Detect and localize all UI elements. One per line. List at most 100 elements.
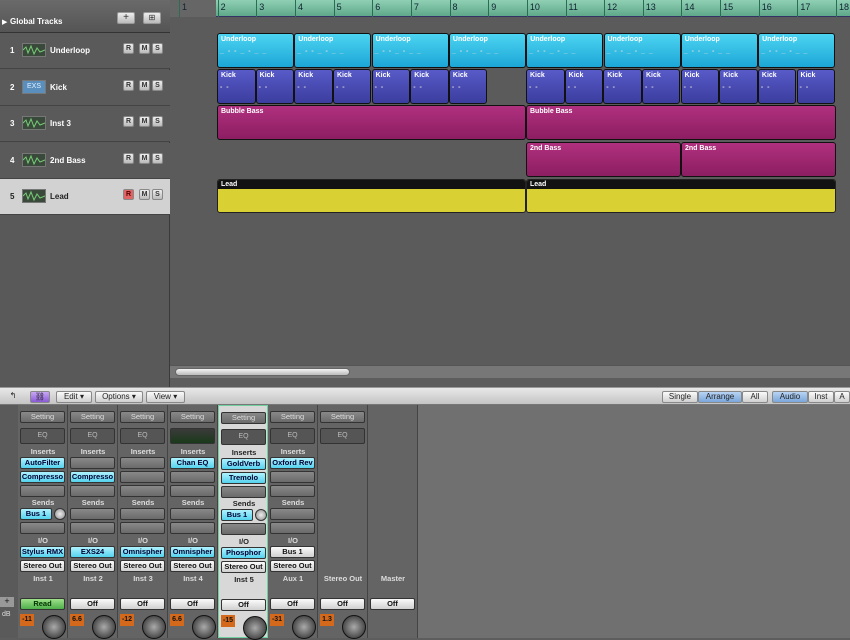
solo-button[interactable]: S bbox=[152, 116, 163, 127]
send-slot[interactable] bbox=[270, 522, 315, 534]
region[interactable]: 2nd Bass bbox=[526, 142, 681, 177]
arrange-area[interactable]: Underloop _ - - _ - _ _ Underloop _ - - _ -… bbox=[170, 17, 850, 365]
region[interactable]: Underloop _ - - _ - _ _ bbox=[294, 33, 372, 68]
region[interactable]: Lead bbox=[217, 179, 526, 213]
input-slot[interactable]: Phosphor bbox=[221, 547, 266, 559]
link-icon[interactable]: ⛓ bbox=[30, 391, 50, 403]
record-enable-button[interactable]: R bbox=[123, 189, 134, 200]
output-slot[interactable]: Stereo Out bbox=[20, 560, 65, 572]
eq-display[interactable] bbox=[170, 428, 215, 444]
ruler-cycle-area[interactable] bbox=[170, 0, 216, 17]
automation-mode-button[interactable]: Off bbox=[320, 598, 365, 610]
region[interactable]: Kick - - bbox=[217, 69, 256, 104]
add-track-button[interactable]: + bbox=[117, 12, 135, 24]
send-slot[interactable] bbox=[221, 523, 266, 535]
insert-slot[interactable]: Compresso bbox=[70, 471, 115, 483]
region[interactable]: Underloop _ - - _ - _ _ bbox=[217, 33, 294, 68]
region[interactable]: Kick - - bbox=[526, 69, 565, 104]
automation-mode-button[interactable]: Off bbox=[170, 598, 215, 610]
input-slot[interactable]: Omnispher bbox=[170, 546, 215, 558]
send-slot[interactable] bbox=[70, 508, 115, 520]
insert-slot[interactable]: Oxford Rev bbox=[270, 457, 315, 469]
region[interactable]: Underloop _ - - _ - _ _ bbox=[448, 33, 526, 68]
pan-knob[interactable] bbox=[42, 615, 66, 639]
inst-filter-button[interactable]: Inst bbox=[808, 391, 834, 403]
output-slot[interactable]: Stereo Out bbox=[221, 561, 266, 573]
region[interactable]: Kick - - bbox=[332, 69, 372, 104]
send-level-knob[interactable] bbox=[54, 508, 66, 520]
region[interactable]: Kick - - bbox=[410, 69, 449, 104]
eq-display[interactable]: EQ bbox=[70, 428, 115, 444]
track-row[interactable]: 1 Underloop R M S bbox=[0, 33, 170, 69]
solo-button[interactable]: S bbox=[152, 43, 163, 54]
region[interactable]: Kick - - bbox=[641, 69, 681, 104]
all-button[interactable]: All bbox=[742, 391, 768, 403]
region[interactable]: Kick - - bbox=[719, 69, 758, 104]
send-slot[interactable] bbox=[170, 508, 215, 520]
setting-button[interactable]: Setting bbox=[270, 411, 315, 423]
back-arrow-icon[interactable]: ↰ bbox=[4, 391, 22, 403]
edit-menu[interactable]: Edit ▾ bbox=[56, 391, 92, 403]
setting-button[interactable]: Setting bbox=[120, 411, 165, 423]
insert-slot[interactable] bbox=[120, 457, 165, 469]
region[interactable]: Kick - - bbox=[603, 69, 642, 104]
setting-button[interactable]: Setting bbox=[70, 411, 115, 423]
insert-slot[interactable]: Compresso bbox=[20, 471, 65, 483]
region[interactable]: Kick - - bbox=[448, 69, 488, 104]
region[interactable]: Kick - - bbox=[680, 69, 720, 104]
insert-slot[interactable] bbox=[70, 485, 115, 497]
automation-mode-button[interactable]: Off bbox=[370, 598, 415, 610]
input-slot[interactable]: EXS24 bbox=[70, 546, 115, 558]
automation-mode-button[interactable]: Off bbox=[221, 599, 266, 611]
region[interactable]: Underloop _ - - _ - _ _ bbox=[680, 33, 758, 68]
solo-button[interactable]: S bbox=[152, 189, 163, 200]
bar-ruler[interactable]: 1 2 3 4 5 6 7 8 9 10 11 12 13 14 15 16 17 18 bbox=[170, 0, 850, 17]
region[interactable]: 2nd Bass bbox=[681, 142, 836, 177]
single-button[interactable]: Single bbox=[662, 391, 698, 403]
region[interactable]: Kick - - bbox=[564, 69, 604, 104]
region[interactable]: Kick - - bbox=[757, 69, 797, 104]
record-enable-button[interactable]: R bbox=[123, 43, 134, 54]
region[interactable]: Underloop _ - - _ - _ _ bbox=[526, 33, 604, 68]
insert-slot[interactable] bbox=[221, 486, 266, 498]
send-slot[interactable] bbox=[20, 522, 65, 534]
eq-display[interactable]: EQ bbox=[221, 429, 266, 445]
setting-button[interactable]: Setting bbox=[320, 411, 365, 423]
region[interactable]: Underloop _ - - _ - _ _ bbox=[603, 33, 681, 68]
insert-slot[interactable] bbox=[120, 471, 165, 483]
record-enable-button[interactable]: R bbox=[123, 79, 134, 91]
eq-display[interactable]: EQ bbox=[270, 428, 315, 444]
send-slot[interactable] bbox=[120, 508, 165, 520]
eq-display[interactable]: EQ bbox=[120, 428, 165, 444]
send-slot[interactable] bbox=[70, 522, 115, 534]
track-row[interactable]: 2 EXS Kick R M S bbox=[0, 69, 170, 106]
insert-slot[interactable]: GoldVerb bbox=[221, 458, 266, 470]
global-tracks-header[interactable]: ▶ Global Tracks + ⊞ bbox=[0, 0, 170, 33]
region[interactable]: Kick - - bbox=[371, 69, 411, 104]
arrange-button[interactable]: Arrange bbox=[698, 391, 742, 403]
solo-button[interactable]: S bbox=[152, 152, 163, 164]
scrollbar-thumb[interactable] bbox=[175, 368, 350, 376]
insert-slot[interactable]: Tremolo bbox=[221, 472, 266, 484]
region[interactable]: Kick - - bbox=[294, 69, 333, 104]
insert-slot[interactable] bbox=[270, 471, 315, 483]
insert-slot[interactable] bbox=[70, 457, 115, 469]
insert-slot[interactable]: Chan EQ bbox=[170, 457, 215, 469]
pan-knob[interactable] bbox=[342, 615, 366, 639]
insert-slot[interactable] bbox=[170, 485, 215, 497]
mute-button[interactable]: M bbox=[139, 43, 150, 54]
audio-filter-button[interactable]: Audio bbox=[772, 391, 808, 403]
new-folder-button[interactable]: ⊞ bbox=[143, 12, 161, 24]
automation-mode-button[interactable]: Off bbox=[270, 598, 315, 610]
setting-button[interactable]: Setting bbox=[170, 411, 215, 423]
region[interactable]: Underloop _ - - _ - _ _ bbox=[371, 33, 449, 68]
mute-button[interactable]: M bbox=[139, 189, 150, 200]
track-row[interactable]: 3 Inst 3 RMS bbox=[0, 106, 170, 142]
track-row[interactable]: 4 2nd Bass R M S bbox=[0, 142, 170, 179]
region[interactable]: Underloop _ - - _ - _ _ bbox=[758, 33, 836, 68]
output-slot[interactable]: Stereo Out bbox=[70, 560, 115, 572]
options-menu[interactable]: Options ▾ bbox=[95, 391, 143, 403]
send-slot[interactable]: Bus 1 bbox=[20, 508, 52, 520]
region[interactable]: Kick - - bbox=[796, 69, 836, 104]
record-enable-button[interactable]: R bbox=[123, 152, 134, 164]
